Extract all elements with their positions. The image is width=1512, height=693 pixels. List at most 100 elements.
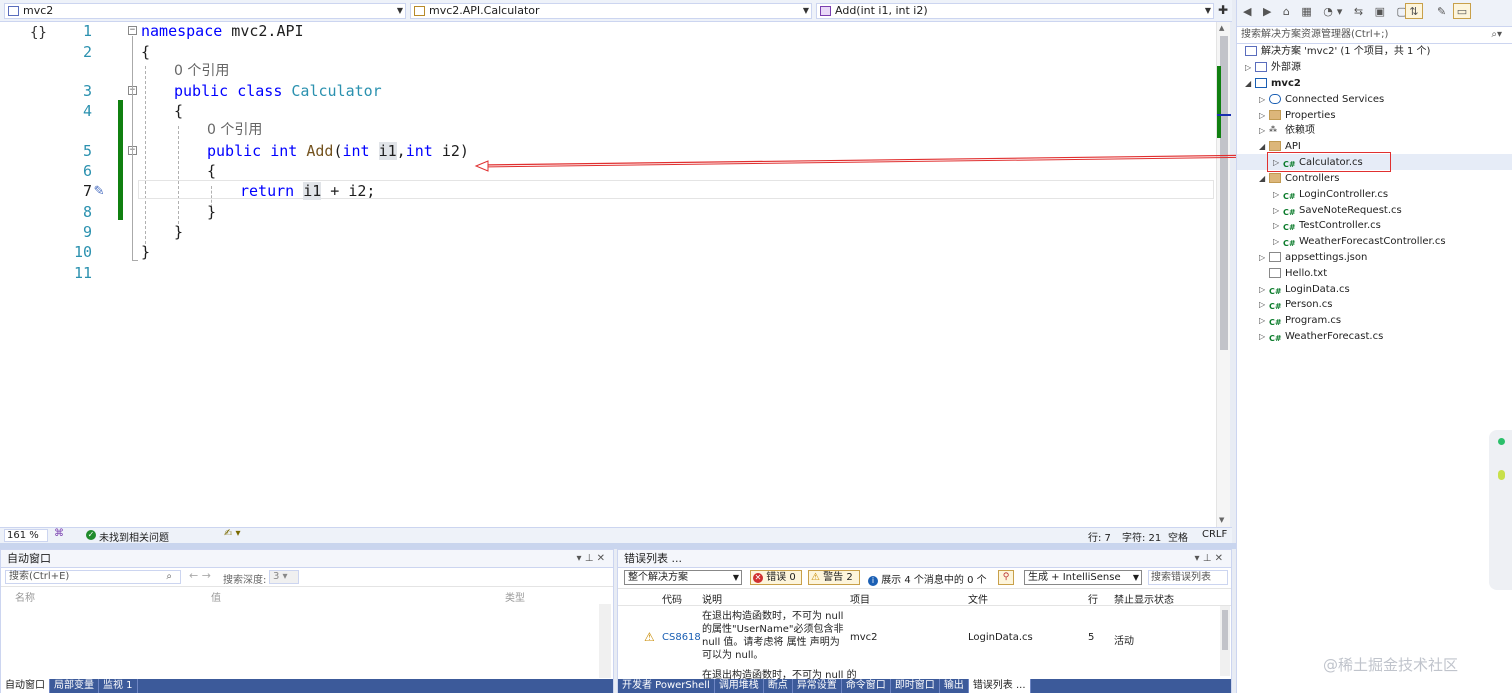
collapse-icon[interactable]: ◢ (1259, 171, 1269, 186)
editor-scrollbar[interactable]: ▲ ▼ (1216, 22, 1231, 527)
expand-icon[interactable]: ▷ (1259, 108, 1269, 123)
column-header-value[interactable]: 值 (211, 589, 221, 604)
scope-dropdown[interactable]: 整个解决方案 ▼ (624, 570, 742, 585)
autos-scrollbar[interactable] (599, 604, 611, 678)
project-dropdown[interactable]: mvc2 ▼ (4, 3, 406, 19)
solution-search-input[interactable]: 搜索解决方案资源管理器(Ctrl+;) ⌕▾ (1237, 27, 1512, 44)
warnings-filter-button[interactable]: ⚠ 警告 2 (808, 570, 860, 585)
error-search-input[interactable]: 搜索错误列表 (1148, 570, 1228, 585)
errors-filter-button[interactable]: ✕ 错误 0 (750, 570, 802, 585)
messages-filter-button[interactable]: i 展示 4 个消息中的 0 个 (868, 571, 987, 586)
panel-controls-icon[interactable]: ▾ ⊥ ✕ (577, 550, 605, 567)
tab-autos[interactable]: 自动窗口 (1, 679, 50, 693)
code-editor[interactable]: {} 1 2 3 4 5 6 7 8 9 10 11 ✎ − − − names… (0, 22, 1216, 527)
tree-file-logincontroller[interactable]: ▷ C# LoginController.cs (1273, 187, 1388, 202)
column-header-type[interactable]: 类型 (505, 589, 525, 604)
class-dropdown[interactable]: mvc2.API.Calculator ▼ (410, 3, 812, 19)
tree-file-weatherforecast[interactable]: ▷ C# WeatherForecast.cs (1259, 329, 1383, 344)
issues-status[interactable]: 未找到相关问题 (99, 529, 169, 544)
sync-view-icon[interactable]: ⇅ (1405, 3, 1423, 19)
scroll-down-icon[interactable]: ▼ (1219, 516, 1224, 524)
scrollbar-thumb[interactable] (1220, 36, 1228, 350)
column-header-file[interactable]: 文件 (968, 591, 988, 606)
column-header-code[interactable]: 代码 (662, 591, 682, 606)
expand-icon[interactable]: ▷ (1259, 250, 1269, 265)
build-filter-dropdown[interactable]: 生成 + IntelliSense ▼ (1024, 570, 1142, 585)
tree-file-logindata[interactable]: ▷ C# LoginData.cs (1259, 282, 1350, 297)
zoom-dropdown[interactable]: 161 % (4, 529, 48, 542)
tree-file-hello[interactable]: Hello.txt (1259, 266, 1327, 281)
tab-output[interactable]: 输出 (940, 679, 969, 693)
tree-file-savenoterequest[interactable]: ▷ C# SaveNoteRequest.cs (1273, 203, 1402, 218)
back-forward-icon[interactable]: ← → (189, 569, 211, 582)
tree-file-testcontroller[interactable]: ▷ C# TestController.cs (1273, 218, 1381, 233)
toolbar-icons[interactable]: ◀ ▶ ⌂ ▦ ◔▾ ⇆ ▣ ▢ (1243, 5, 1411, 18)
expand-icon[interactable]: ▷ (1259, 282, 1269, 297)
column-header-line[interactable]: 行 (1088, 591, 1098, 606)
expand-icon[interactable]: ▷ (1259, 297, 1269, 312)
wrench-icon[interactable]: ✎ (1437, 5, 1446, 18)
collapse-icon[interactable]: ◢ (1245, 76, 1255, 91)
expand-icon[interactable]: ▷ (1273, 203, 1283, 218)
split-editor-icon[interactable]: ✚ (1218, 3, 1228, 17)
codelens-references[interactable]: 0 个引用 (207, 119, 262, 139)
expand-icon[interactable]: ▷ (1273, 234, 1283, 249)
tree-dependencies[interactable]: ▷ ⁂ 依赖项 (1259, 123, 1315, 138)
tree-file-calculator[interactable]: ▷ C# Calculator.cs (1273, 155, 1363, 170)
line-ending-indicator[interactable]: CRLF (1202, 529, 1227, 540)
column-header-name[interactable]: 名称 (15, 589, 35, 604)
tree-file-weathercontroller[interactable]: ▷ C# WeatherForecastController.cs (1273, 234, 1446, 249)
column-indicator[interactable]: 字符: 21 (1122, 529, 1161, 544)
scroll-up-icon[interactable]: ▲ (1219, 24, 1224, 32)
error-code-link[interactable]: CS8618 (662, 632, 701, 643)
error-row[interactable]: ⚠ CS8618 在退出构造函数时，不可为 null 的属性"UserName"… (618, 606, 1218, 664)
column-header-suppression[interactable]: 禁止显示状态 (1114, 591, 1174, 606)
column-header-description[interactable]: 说明 (702, 591, 722, 606)
line-indicator[interactable]: 行: 7 (1088, 529, 1111, 544)
tab-exception-settings[interactable]: 异常设置 (793, 679, 842, 693)
tree-properties[interactable]: ▷ Properties (1259, 108, 1336, 123)
perf-widget[interactable] (1489, 430, 1512, 590)
tab-breakpoints[interactable]: 断点 (764, 679, 793, 693)
line-number: 9 (82, 223, 92, 241)
preview-icon[interactable]: ▭ (1453, 3, 1471, 19)
expand-icon[interactable]: ▷ (1259, 329, 1269, 344)
expand-icon[interactable]: ▷ (1273, 187, 1283, 202)
quick-actions-icon[interactable]: ✎ (94, 180, 104, 199)
tree-folder-controllers[interactable]: ◢ Controllers (1259, 171, 1339, 186)
expand-icon[interactable]: ▷ (1273, 218, 1283, 233)
expand-icon[interactable]: ▷ (1273, 155, 1283, 170)
tree-project[interactable]: ◢ mvc2 (1245, 76, 1301, 91)
tab-watch-1[interactable]: 监视 1 (99, 679, 138, 693)
autos-title: 自动窗口 (7, 552, 51, 565)
tab-immediate-window[interactable]: 即时窗口 (891, 679, 940, 693)
tab-command-window[interactable]: 命令窗口 (842, 679, 891, 693)
autos-search-input[interactable]: 搜索(Ctrl+E) ⌕ (5, 570, 181, 584)
depth-dropdown[interactable]: 3 ▾ (269, 570, 299, 584)
expand-icon[interactable]: ▷ (1245, 60, 1255, 75)
tab-developer-powershell[interactable]: 开发者 PowerShell (618, 679, 715, 693)
code-cleanup-icon[interactable]: ✍ ▾ (224, 528, 241, 539)
tree-file-appsettings[interactable]: ▷ appsettings.json (1259, 250, 1367, 265)
tab-locals[interactable]: 局部变量 (50, 679, 99, 693)
tree-external-sources[interactable]: ▷ 外部源 (1245, 60, 1301, 75)
tab-error-list[interactable]: 错误列表 ... (968, 679, 1031, 693)
tree-solution[interactable]: 解决方案 'mvc2' (1 个项目，共 1 个) (1245, 44, 1430, 59)
copilot-icon[interactable]: ⌘ (54, 528, 64, 539)
search-icon: ⌕▾ (1491, 29, 1502, 40)
column-header-project[interactable]: 项目 (850, 591, 870, 606)
error-list-scrollbar[interactable] (1220, 606, 1230, 676)
codelens-references[interactable]: 0 个引用 (174, 60, 229, 80)
expand-icon[interactable]: ▷ (1259, 313, 1269, 328)
tree-connected-services[interactable]: ▷ Connected Services (1259, 92, 1384, 107)
filter-icon[interactable]: ⚲ (998, 570, 1014, 585)
whitespace-indicator[interactable]: 空格 (1168, 529, 1188, 544)
expand-icon[interactable]: ▷ (1259, 123, 1269, 138)
tree-file-program[interactable]: ▷ C# Program.cs (1259, 313, 1341, 328)
expand-icon[interactable]: ▷ (1259, 92, 1269, 107)
panel-controls-icon[interactable]: ▾ ⊥ ✕ (1195, 550, 1223, 567)
tree-file-person[interactable]: ▷ C# Person.cs (1259, 297, 1333, 312)
collapse-toggle[interactable]: − (128, 26, 137, 35)
member-dropdown[interactable]: Add(int i1, int i2) ▼ (816, 3, 1214, 19)
tab-call-stack[interactable]: 调用堆栈 (715, 679, 764, 693)
